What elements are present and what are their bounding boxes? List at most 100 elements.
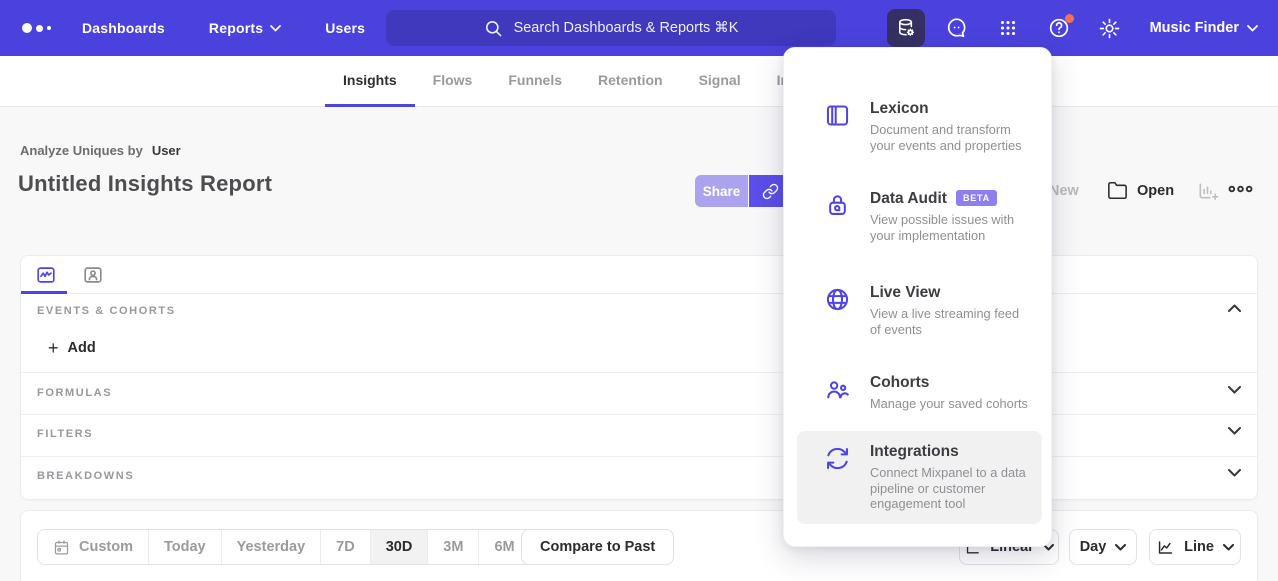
range-today[interactable]: Today (148, 530, 221, 564)
tab-insights[interactable]: Insights (325, 56, 415, 107)
project-name: Music Finder (1150, 20, 1239, 36)
data-management-button[interactable] (887, 9, 925, 47)
range-label: Custom (79, 539, 133, 555)
menu-item-data-audit[interactable]: Data Audit BETA View possible issues wit… (797, 178, 1042, 255)
range-yesterday[interactable]: Yesterday (221, 530, 321, 564)
report-tabs: Insights Flows Funnels Retention Signal … (325, 56, 811, 107)
globe-icon (824, 284, 852, 337)
tab-funnels[interactable]: Funnels (490, 56, 580, 107)
range-30d[interactable]: 30D (370, 530, 428, 564)
open-report-button[interactable]: Open (1107, 181, 1174, 200)
expand-filters-button[interactable] (1228, 427, 1241, 435)
apps-grid-button[interactable] (989, 9, 1027, 47)
settings-button[interactable] (1091, 9, 1129, 47)
profiles-view-tab[interactable] (81, 263, 104, 286)
metrics-view-tab[interactable] (34, 263, 57, 286)
menu-item-title-text: Data Audit (870, 190, 947, 208)
menu-item-text: Integrations Connect Mixpanel to a data … (870, 443, 1032, 512)
expand-formulas-button[interactable] (1228, 386, 1241, 394)
section-divider (21, 414, 1257, 415)
range-3m[interactable]: 3M (427, 530, 478, 564)
add-to-dashboard-button[interactable] (1196, 180, 1219, 203)
chevron-down-icon (1228, 469, 1241, 477)
cohorts-people-icon (824, 374, 852, 412)
chevron-down-icon (1228, 386, 1241, 394)
menu-item-description: Document and transform your events and p… (870, 122, 1032, 153)
tab-flows[interactable]: Flows (415, 56, 491, 107)
nav-item-reports[interactable]: Reports (209, 20, 281, 36)
menu-item-lexicon[interactable]: Lexicon Document and transform your even… (797, 88, 1042, 165)
project-switcher[interactable]: Music Finder (1150, 20, 1258, 36)
section-label-filters: FILTERS (37, 428, 93, 440)
nav-item-dashboards[interactable]: Dashboards (82, 20, 165, 36)
menu-item-title: Lexicon (870, 100, 1032, 118)
add-event-button[interactable]: + Add (48, 340, 96, 356)
beta-badge: BETA (956, 190, 997, 206)
menu-item-description: View a live streaming feed of events (870, 306, 1032, 337)
calendar-icon (53, 539, 70, 556)
grid-dots-icon (997, 17, 1019, 39)
analysis-entity-selector[interactable]: User (152, 143, 181, 158)
tab-retention[interactable]: Retention (580, 56, 681, 107)
share-button[interactable]: Share (695, 175, 748, 207)
data-audit-lock-icon (824, 190, 852, 243)
subtitle-prefix: Analyze Uniques by (20, 143, 143, 158)
new-report-button[interactable]: New (1049, 183, 1079, 199)
active-tab-underline (21, 291, 67, 294)
chart-type-dropdown[interactable]: Line (1149, 529, 1241, 565)
chevron-down-icon (1247, 25, 1258, 32)
section-label-breakdowns: BREAKDOWNS (37, 470, 134, 482)
page-title[interactable]: Untitled Insights Report (18, 171, 272, 197)
add-label: Add (68, 340, 96, 356)
data-management-menu: Lexicon Document and transform your even… (783, 47, 1052, 547)
line-chart-square-icon (35, 264, 57, 286)
compare-to-past-button[interactable]: Compare to Past (521, 529, 674, 565)
builder-view-tabs (21, 256, 1257, 294)
more-options-button[interactable] (1228, 183, 1253, 195)
menu-item-description: Connect Mixpanel to a data pipeline or c… (870, 465, 1032, 512)
search-icon (484, 19, 503, 38)
chevron-up-icon (1228, 304, 1241, 312)
mixpanel-logo-icon[interactable] (22, 23, 58, 33)
menu-item-cohorts[interactable]: Cohorts Manage your saved cohorts (797, 362, 1042, 424)
chevron-down-icon (270, 25, 281, 32)
menu-item-title: Integrations (870, 443, 1032, 461)
person-square-icon (82, 264, 104, 286)
plus-icon: + (48, 341, 59, 355)
chart-toolbar-panel: Custom Today Yesterday 7D 30D 3M 6M 12M … (20, 510, 1258, 581)
nav-item-users[interactable]: Users (325, 20, 365, 36)
interval-dropdown[interactable]: Day (1069, 529, 1137, 565)
feedback-button[interactable] (938, 9, 976, 47)
menu-item-text: Cohorts Manage your saved cohorts (870, 374, 1032, 412)
link-icon (762, 183, 779, 200)
nav-item-label: Reports (209, 20, 263, 36)
chart-type-label: Line (1184, 539, 1214, 555)
menu-item-integrations[interactable]: Integrations Connect Mixpanel to a data … (797, 431, 1042, 524)
primary-nav: Dashboards Reports Users (82, 20, 365, 36)
interval-label: Day (1080, 539, 1107, 555)
lexicon-book-icon (824, 100, 852, 153)
tab-signal[interactable]: Signal (681, 56, 759, 107)
collapse-section-button[interactable] (1228, 304, 1241, 312)
search-input[interactable]: Search Dashboards & Reports ⌘K (386, 10, 836, 46)
analysis-subtitle: Analyze Uniques by User (20, 143, 181, 158)
menu-item-title: Live View (870, 284, 1032, 302)
expand-breakdowns-button[interactable] (1228, 469, 1241, 477)
notification-dot (1065, 14, 1074, 23)
chevron-down-icon (1115, 544, 1126, 551)
section-divider (21, 372, 1257, 373)
menu-item-live-view[interactable]: Live View View a live streaming feed of … (797, 272, 1042, 349)
range-custom[interactable]: Custom (38, 530, 148, 564)
menu-item-text: Data Audit BETA View possible issues wit… (870, 190, 1032, 243)
chart-add-icon (1196, 180, 1219, 203)
menu-item-description: Manage your saved cohorts (870, 396, 1032, 412)
menu-item-text: Live View View a live streaming feed of … (870, 284, 1032, 337)
section-label-formulas: FORMULAS (37, 387, 112, 399)
range-7d[interactable]: 7D (320, 530, 370, 564)
app-window: Dashboards Reports Users Search Dashboar… (0, 0, 1278, 581)
query-builder-panel: EVENTS & COHORTS + Add FORMULAS FILTERS … (20, 255, 1258, 500)
section-label-events-cohorts: EVENTS & COHORTS (37, 305, 176, 317)
help-button[interactable] (1040, 9, 1078, 47)
integrations-sync-icon (824, 443, 852, 512)
chevron-down-icon (1228, 427, 1241, 435)
